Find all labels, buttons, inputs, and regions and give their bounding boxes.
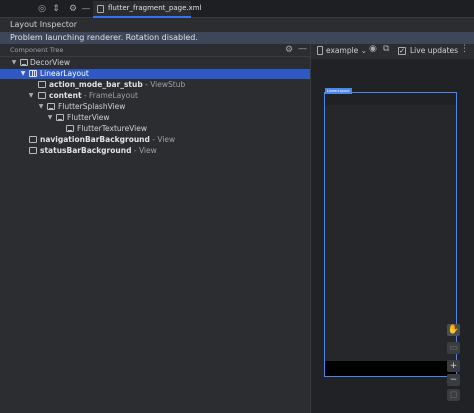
- pan-hand-icon[interactable]: ✋: [447, 324, 460, 336]
- tree-node-fluttertextureview[interactable]: FlutterTextureView: [0, 124, 310, 134]
- tab-flutter-fragment-page[interactable]: flutter_fragment_page.xml: [93, 1, 202, 18]
- tree-node-decorview[interactable]: ▼ DecorView: [0, 58, 310, 68]
- gear-icon[interactable]: ⚙: [285, 45, 293, 55]
- minus-icon[interactable]: —: [80, 3, 92, 15]
- zoom-in-icon[interactable]: +: [447, 360, 460, 372]
- phone-icon: [317, 46, 323, 55]
- linear-layout-icon: [29, 70, 37, 77]
- tree-node-content[interactable]: ▼ content - FrameLayout: [0, 91, 310, 101]
- selected-view-tag: LinearLayout: [325, 88, 352, 94]
- view-group-icon: [20, 59, 28, 66]
- view-group-icon: [56, 114, 64, 121]
- tool-window-title: Layout Inspector: [10, 20, 78, 29]
- gear-icon[interactable]: ⚙: [67, 3, 79, 15]
- status-bar-preview[interactable]: [325, 93, 456, 105]
- view-group-icon: [47, 103, 55, 110]
- warning-banner: Problem launching renderer. Rotation dis…: [0, 32, 474, 44]
- tree-node-label: statusBarBackground - View: [40, 146, 157, 155]
- zoom-out-icon[interactable]: −: [447, 374, 460, 386]
- eye-icon[interactable]: ◉: [369, 44, 377, 54]
- snapshot-icon[interactable]: ⧉: [383, 44, 389, 54]
- tree-node-label: DecorView: [30, 58, 70, 67]
- view-icon: [29, 147, 37, 154]
- chevron-down-icon[interactable]: ▼: [19, 69, 27, 79]
- chevron-down-icon[interactable]: ▼: [37, 102, 45, 112]
- view-icon: [29, 136, 37, 143]
- tree-node-label: content - FrameLayout: [49, 91, 138, 100]
- reset-zoom-icon[interactable]: ◻: [447, 389, 460, 401]
- banner-message: Problem launching renderer. Rotation dis…: [10, 33, 198, 42]
- chevron-down-icon[interactable]: ▼: [27, 91, 35, 101]
- collapse-icon[interactable]: ⇕: [50, 3, 62, 15]
- frame-layout-icon: [38, 92, 46, 99]
- preview-toolbar: example ⌄ ◉ ⧉ ✓ Live updates ⋮: [311, 44, 474, 58]
- component-tree-title: Component Tree: [10, 46, 64, 54]
- tool-window-header: Layout Inspector: [0, 18, 474, 32]
- view-group-icon: [66, 125, 74, 132]
- device-selector[interactable]: example ⌄: [326, 46, 367, 55]
- live-updates-checkbox[interactable]: ✓: [398, 47, 406, 55]
- editor-tab-strip: ◎ ⇕ ⚙ — flutter_fragment_page.xml: [0, 0, 474, 18]
- file-icon: [97, 5, 104, 13]
- tree-node-action-mode-bar-stub[interactable]: action_mode_bar_stub - ViewStub: [0, 80, 310, 90]
- live-updates-label: Live updates: [410, 46, 459, 55]
- tree-node-fluttersplashview[interactable]: ▼ FlutterSplashView: [0, 102, 310, 112]
- tree-node-linearlayout[interactable]: ▼ LinearLayout: [0, 69, 310, 79]
- more-icon[interactable]: ⋮: [460, 44, 469, 54]
- minus-icon[interactable]: —: [298, 44, 307, 54]
- device-preview[interactable]: [324, 92, 457, 377]
- fit-screen-icon[interactable]: ▭: [447, 342, 460, 354]
- tree-node-label: FlutterView: [67, 113, 110, 122]
- tree-node-label: navigationBarBackground - View: [40, 135, 176, 144]
- tree-node-label: LinearLayout: [40, 69, 89, 78]
- chevron-down-icon[interactable]: ▼: [10, 58, 18, 68]
- tree-node-label: action_mode_bar_stub - ViewStub: [49, 80, 186, 89]
- tree-node-label: FlutterSplashView: [58, 102, 126, 111]
- view-stub-icon: [38, 81, 46, 88]
- tree-node-navigationbarbackground[interactable]: navigationBarBackground - View: [0, 135, 310, 145]
- navigation-bar-preview[interactable]: [325, 361, 456, 376]
- tree-node-statusbarbackground[interactable]: statusBarBackground - View: [0, 146, 310, 156]
- component-tree-header: Component Tree ⚙ —: [0, 44, 310, 57]
- tree-node-label: FlutterTextureView: [77, 124, 147, 133]
- tree-node-flutterview[interactable]: ▼ FlutterView: [0, 113, 310, 123]
- chevron-down-icon[interactable]: ▼: [46, 113, 54, 123]
- tab-label: flutter_fragment_page.xml: [108, 4, 202, 12]
- target-icon[interactable]: ◎: [36, 3, 48, 15]
